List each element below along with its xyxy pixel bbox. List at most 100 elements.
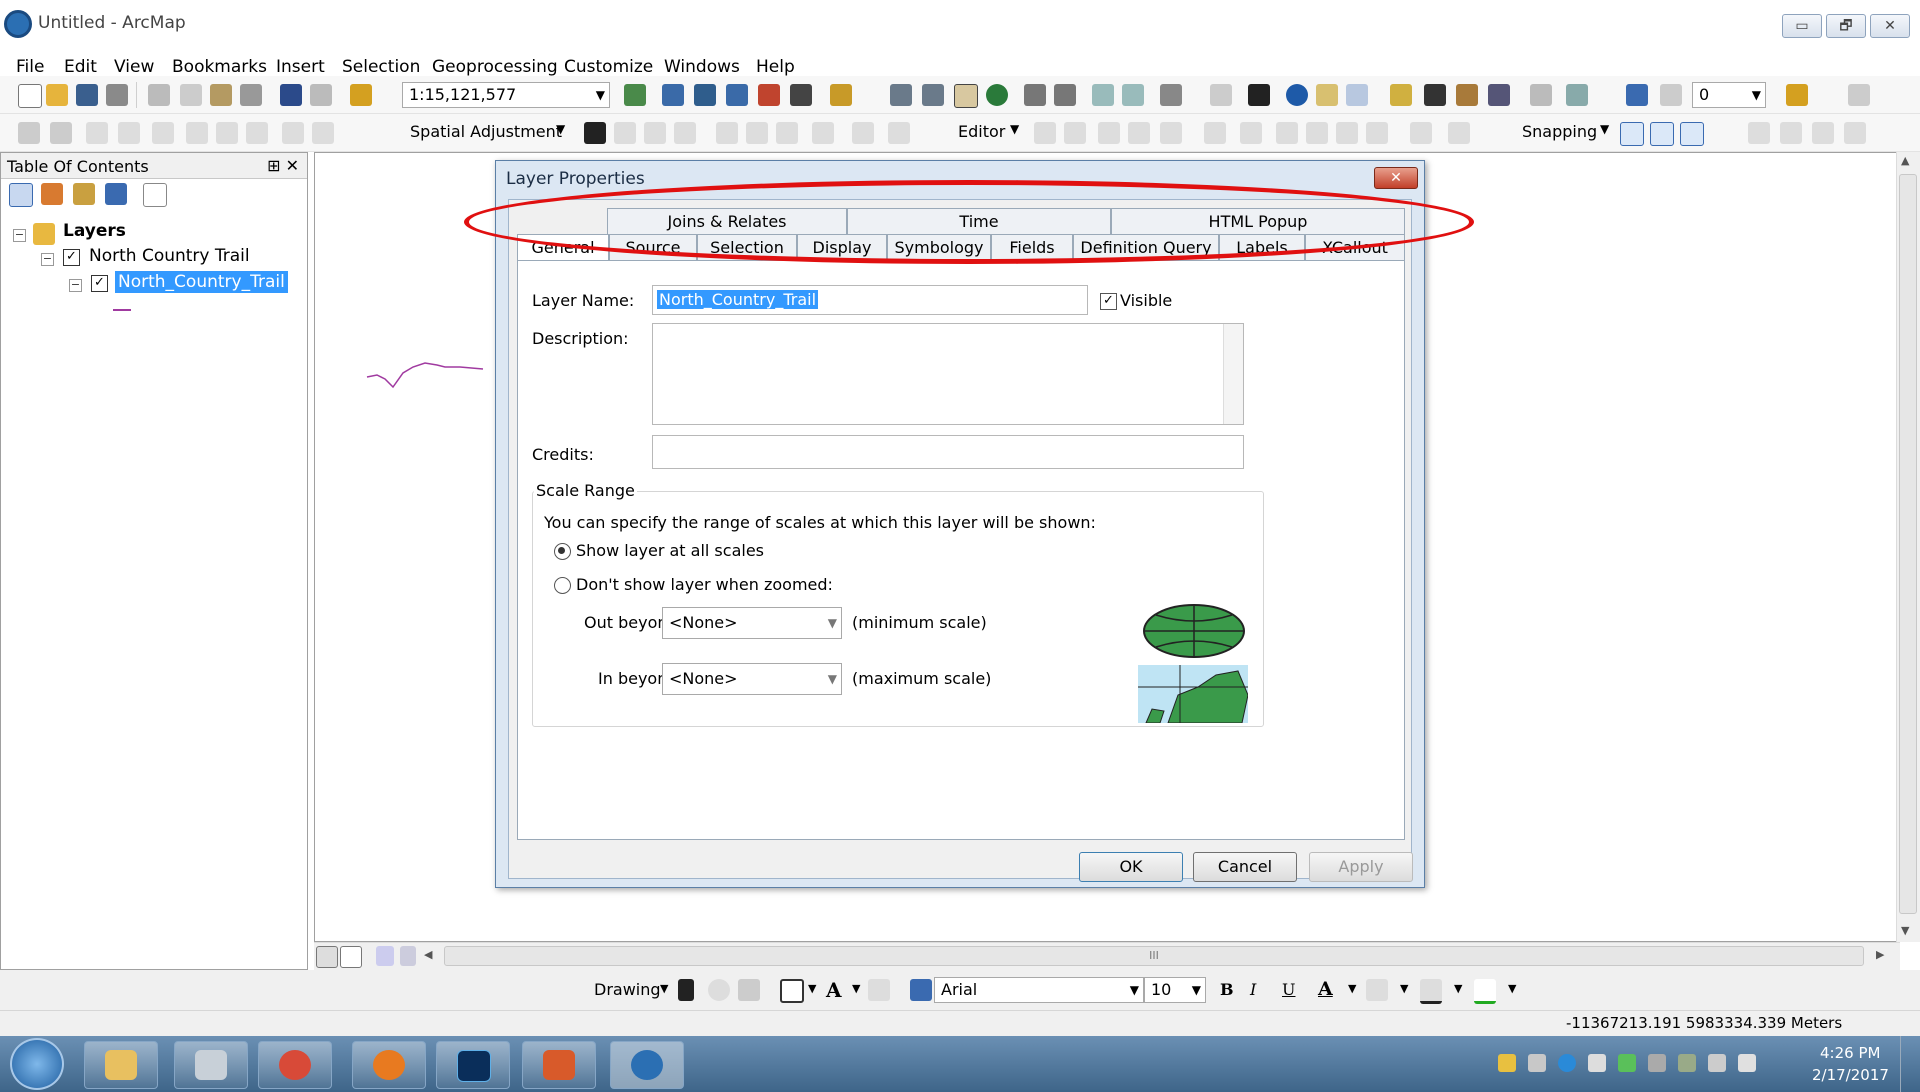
tray-power-icon[interactable] <box>1678 1054 1696 1072</box>
paste-icon[interactable] <box>210 84 232 106</box>
bold-button[interactable]: B <box>1220 980 1234 999</box>
taskbar-chrome[interactable] <box>258 1041 332 1089</box>
fill-color-dropdown-icon[interactable]: ▼ <box>1400 982 1408 995</box>
select-elements-icon[interactable] <box>1248 84 1270 106</box>
identify-icon[interactable] <box>1286 84 1308 106</box>
layer-collapse-icon[interactable]: − <box>69 279 82 292</box>
pause-drawing-icon[interactable] <box>400 946 416 966</box>
tray-monitor-icon[interactable] <box>1618 1054 1636 1072</box>
clock-date[interactable]: 2/17/2017 <box>1812 1066 1889 1084</box>
out-beyond-combo[interactable]: <None> ▼ <box>662 607 842 639</box>
taskbar-firefox[interactable] <box>352 1041 426 1089</box>
ok-button[interactable]: OK <box>1079 852 1183 882</box>
cut-polygons-icon[interactable] <box>1240 122 1262 144</box>
dialog-close-button[interactable]: ✕ <box>1374 167 1418 189</box>
create-features-icon[interactable] <box>1448 122 1470 144</box>
link-table-icon[interactable] <box>716 122 738 144</box>
tray-display-icon[interactable] <box>1708 1054 1726 1072</box>
georef-table-icon[interactable] <box>50 122 72 144</box>
drawing-menu[interactable]: Drawing <box>594 980 661 999</box>
taskbar-explorer[interactable] <box>84 1041 158 1089</box>
apply-button[interactable]: Apply <box>1309 852 1413 882</box>
list-by-source-icon[interactable] <box>41 183 63 205</box>
swipe-icon[interactable] <box>1660 84 1682 106</box>
point-snapping-icon[interactable] <box>1620 122 1644 146</box>
topology-icon[interactable] <box>888 122 910 144</box>
modify-link-icon[interactable] <box>644 122 666 144</box>
scale-icon[interactable] <box>152 122 174 144</box>
data-view-icon[interactable] <box>316 946 338 968</box>
attribute-transfer-icon[interactable] <box>776 122 798 144</box>
find-route-icon[interactable] <box>1456 84 1478 106</box>
scroll-right-icon[interactable]: ▶ <box>1876 948 1884 961</box>
taskbar-powerpoint[interactable] <box>522 1041 596 1089</box>
scroll-down-icon[interactable]: ▼ <box>1901 924 1909 937</box>
catalog-icon[interactable] <box>694 84 716 106</box>
sketch-icon[interactable] <box>1336 122 1358 144</box>
preview-icon[interactable] <box>746 122 768 144</box>
align-icon[interactable] <box>1780 122 1802 144</box>
in-beyond-combo[interactable]: <None> ▼ <box>662 663 842 695</box>
minimize-button[interactable]: ▭ <box>1782 14 1822 38</box>
show-desktop-button[interactable] <box>1900 1036 1920 1092</box>
link-icon[interactable] <box>216 122 238 144</box>
georef-icon[interactable] <box>18 122 40 144</box>
reshape-icon[interactable] <box>1064 122 1086 144</box>
feature-icon[interactable] <box>282 122 304 144</box>
credits-input[interactable] <box>652 435 1244 469</box>
tray-app-icon[interactable] <box>1528 1054 1546 1072</box>
map-vertical-scrollbar[interactable]: ▲ ▼ <box>1896 152 1920 942</box>
menu-view[interactable]: View <box>114 57 154 77</box>
editor-toolbar-icon[interactable] <box>624 84 646 106</box>
flag-icon[interactable] <box>1786 84 1808 106</box>
font-combo[interactable]: Arial ▼ <box>934 977 1144 1003</box>
group-visibility-checkbox[interactable]: ✓ <box>63 249 80 266</box>
full-extent-icon[interactable] <box>986 84 1008 106</box>
font-color-dropdown-icon[interactable]: ▼ <box>1348 982 1356 995</box>
map-horizontal-scrollbar[interactable]: ◀ III ▶ <box>314 942 1900 970</box>
layers-root[interactable]: Layers <box>63 221 126 241</box>
vertex-snapping-icon[interactable] <box>1680 122 1704 146</box>
georef-tools-icon[interactable] <box>1844 122 1866 144</box>
taskbar-photoshop[interactable] <box>436 1041 510 1089</box>
adjust-icon[interactable] <box>186 122 208 144</box>
menu-file[interactable]: File <box>16 57 44 77</box>
new-displacement-link-icon[interactable] <box>614 122 636 144</box>
start-button[interactable] <box>10 1038 64 1090</box>
end-snapping-icon[interactable] <box>1650 122 1674 146</box>
table-of-contents-icon[interactable] <box>662 84 684 106</box>
visible-checkbox[interactable]: ✓ <box>1100 293 1117 310</box>
edge-match-icon[interactable] <box>312 122 334 144</box>
attributes-icon[interactable] <box>1366 122 1388 144</box>
spatial-adjustment-dropdown-icon[interactable]: ▼ <box>556 122 565 136</box>
zoom-out-icon[interactable] <box>922 84 944 106</box>
menu-insert[interactable]: Insert <box>276 57 325 77</box>
marker-color-icon[interactable] <box>1474 979 1496 1004</box>
cut-icon[interactable] <box>148 84 170 106</box>
menu-customize[interactable]: Customize <box>564 57 653 77</box>
rectangle-icon[interactable] <box>780 979 804 1003</box>
undo-icon[interactable] <box>280 84 302 106</box>
tray-volume-icon[interactable] <box>1738 1054 1756 1072</box>
marker-color-dropdown-icon[interactable]: ▼ <box>1508 982 1516 995</box>
split-icon[interactable] <box>1276 122 1298 144</box>
clock-time[interactable]: 4:26 PM <box>1820 1044 1880 1062</box>
go-back-icon[interactable] <box>1092 84 1114 106</box>
pan-hand-icon[interactable] <box>954 84 978 108</box>
taskbar-calculator[interactable] <box>174 1041 248 1089</box>
map-scale-combo[interactable]: 1:15,121,577 ▼ <box>402 82 610 108</box>
list-by-drawing-order-icon[interactable] <box>9 183 33 207</box>
layer-visibility-checkbox[interactable]: ✓ <box>91 275 108 292</box>
trace-icon[interactable] <box>1160 122 1182 144</box>
description-textarea[interactable] <box>652 323 1244 425</box>
menu-edit[interactable]: Edit <box>64 57 97 77</box>
menu-windows[interactable]: Windows <box>664 57 740 77</box>
edit-vertices-drawing-icon[interactable] <box>868 979 890 1001</box>
new-document-icon[interactable] <box>18 84 42 108</box>
editor-menu[interactable]: Editor <box>958 122 1005 141</box>
edit-vertices-icon[interactable] <box>1034 122 1056 144</box>
menu-selection[interactable]: Selection <box>342 57 420 77</box>
font-size-combo[interactable]: 10 ▼ <box>1144 977 1206 1003</box>
distribute-icon[interactable] <box>1812 122 1834 144</box>
selected-layer-name[interactable]: North_Country_Trail <box>115 271 288 293</box>
